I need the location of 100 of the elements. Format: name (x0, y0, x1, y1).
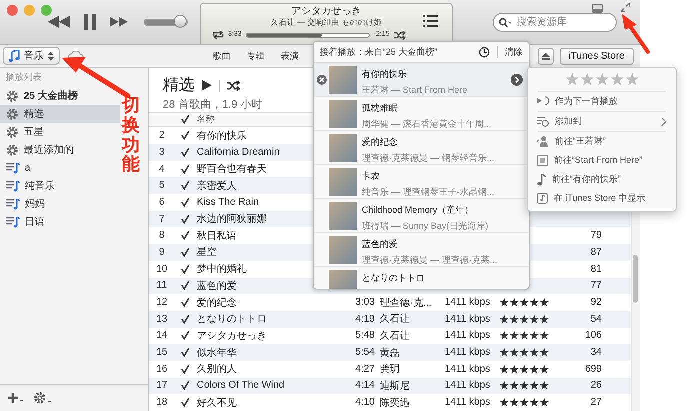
view-tab[interactable]: 表演 (278, 48, 302, 64)
checkmark-icon[interactable] (180, 131, 190, 140)
playlist-item[interactable]: 日语 (0, 213, 120, 231)
store-icon (537, 193, 548, 204)
menu-item[interactable]: 添加到 (528, 112, 676, 131)
checkmark-icon[interactable] (180, 398, 190, 408)
source-dropdown[interactable]: 音乐 (3, 47, 60, 65)
playlist-item[interactable]: 妈妈 (0, 195, 120, 213)
checkmark-icon[interactable] (180, 331, 190, 340)
checkmark-icon[interactable] (180, 281, 190, 290)
queue-item[interactable]: 爱的纪念 理查德·克莱德曼 — 钢琴轻音乐... (314, 131, 529, 165)
clock-icon[interactable] (479, 46, 490, 58)
eject-button[interactable] (538, 48, 554, 64)
queue-item[interactable]: となりのトトロ (314, 267, 529, 289)
play-count: 27 (590, 397, 602, 408)
star-icon (520, 364, 529, 374)
playlist-item[interactable]: 最近添加的 (0, 141, 120, 159)
star-icon (500, 381, 509, 390)
star-icon (626, 73, 638, 86)
gear-icon[interactable] (34, 392, 52, 404)
queue-item[interactable]: Childhood Memory（童年） 班得瑞 — Sunny Bay(日光海岸) (314, 199, 529, 233)
album-art-placeholder (329, 202, 357, 230)
shuffle-icon[interactable] (227, 80, 241, 90)
queue-item[interactable]: 卡农 纯音乐 — 理查钢琴王子-水晶钢... (314, 165, 529, 199)
checkmark-icon[interactable] (180, 115, 190, 124)
checkmark-icon[interactable] (180, 381, 190, 390)
up-next-header: 接着播放：来自“25 大金曲榜” (320, 46, 439, 58)
star-rating[interactable] (500, 398, 549, 408)
list-icon[interactable] (423, 15, 438, 28)
close-button[interactable] (7, 5, 18, 16)
view-tab[interactable]: 歌曲 (210, 48, 234, 64)
add-icon[interactable] (8, 393, 24, 403)
song-title: アシタカせっき (292, 6, 362, 18)
song-name: 野百合也有春天 (196, 162, 267, 176)
song-name: Kiss The Rain (196, 196, 260, 208)
checkmark-icon[interactable] (180, 164, 190, 174)
star-rating[interactable] (500, 314, 549, 324)
rewind-icon[interactable] (48, 16, 70, 28)
queue-item[interactable]: 孤枕难眠 周华健 — 滚石香港黄金十年周... (314, 97, 529, 131)
checkmark-icon[interactable] (180, 248, 190, 257)
playlist-item[interactable]: 五星 (0, 123, 120, 141)
star-icon (540, 314, 549, 324)
checkmark-icon[interactable] (180, 314, 190, 324)
shuffle-icon[interactable] (394, 30, 406, 40)
star-rating[interactable] (500, 364, 549, 374)
progress-bar[interactable] (246, 32, 370, 38)
menu-item[interactable]: 前往“Start From Here” (528, 151, 676, 170)
fast-forward-icon[interactable] (110, 17, 128, 27)
checkmark-icon[interactable] (180, 181, 190, 190)
queue-item[interactable]: 有你的快乐 王若琳 — Start From Here (314, 63, 529, 97)
checkmark-icon[interactable] (180, 214, 190, 224)
star-icon (510, 398, 519, 408)
play-count: 87 (590, 246, 602, 258)
playlist-item[interactable]: 25 大金曲榜 (0, 87, 120, 105)
repeat-icon[interactable] (213, 31, 224, 39)
pause-icon[interactable] (84, 14, 96, 30)
search-field[interactable]: 搜索资源库 (493, 12, 617, 32)
column-header[interactable]: 名称 (195, 113, 215, 126)
playlist-icon (6, 198, 20, 210)
checkmark-icon[interactable] (180, 298, 190, 308)
checkmark-icon[interactable] (180, 231, 190, 240)
star-rating[interactable] (500, 298, 549, 308)
fullscreen-icon[interactable] (621, 3, 630, 12)
checkmark-icon[interactable] (180, 198, 190, 207)
star-rating[interactable] (500, 381, 549, 390)
scrollbar-thumb[interactable] (633, 255, 638, 303)
menu-item[interactable]: 前往“有你的快乐” (528, 170, 676, 189)
playlist-item[interactable]: 精选 (0, 105, 120, 123)
view-tab[interactable]: 专辑 (244, 48, 268, 64)
gear-icon (6, 126, 19, 138)
menu-item[interactable]: 前往“王若琳” (528, 132, 676, 151)
menu-item[interactable]: 在 iTunes Store 中显示 (528, 189, 676, 208)
play-icon[interactable] (202, 80, 212, 91)
playlist-item[interactable]: a (0, 159, 120, 177)
star-icon (510, 331, 519, 340)
star-rating[interactable] (500, 331, 549, 340)
song-name: 梦中的婚礼 (196, 262, 247, 276)
clear-button[interactable]: 清除 (505, 46, 523, 58)
remove-icon[interactable] (317, 75, 327, 85)
play-count: 54 (590, 314, 602, 325)
track-number: 7 (158, 214, 166, 225)
star-icon (540, 381, 549, 390)
checkmark-icon[interactable] (180, 348, 190, 358)
queue-item[interactable]: 蓝色的爱 理查德·克莱德曼 — 理查德·克莱... (314, 233, 529, 267)
mini-player-icon[interactable] (592, 4, 603, 13)
checkmark-icon[interactable] (180, 148, 190, 157)
checkmark-icon[interactable] (180, 364, 190, 374)
track-number: 11 (156, 280, 168, 292)
artist-name: 迪斯尼 (379, 380, 411, 393)
star-icon (610, 73, 624, 86)
add-to-list-icon (537, 116, 549, 126)
menu-item[interactable]: 作为下一首播放 (528, 92, 676, 111)
checkmark-icon[interactable] (180, 264, 190, 274)
song-name: 久别的人 (196, 363, 237, 376)
bitrate: 1411 kbps (445, 330, 492, 342)
star-icon (500, 298, 509, 308)
star-rating[interactable] (500, 348, 549, 358)
itunes-store-button[interactable]: iTunes Store (560, 48, 634, 64)
playlist-item[interactable]: 纯音乐 (0, 177, 120, 195)
play-count: 79 (590, 230, 602, 242)
